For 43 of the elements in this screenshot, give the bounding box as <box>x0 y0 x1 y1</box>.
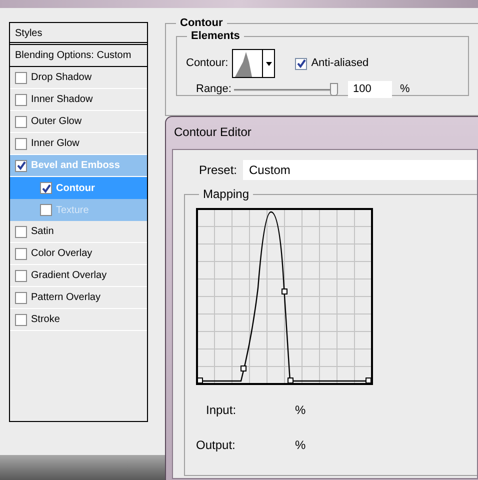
check-icon <box>42 184 50 192</box>
checkbox[interactable] <box>15 292 27 304</box>
checkbox[interactable] <box>15 116 27 128</box>
style-item[interactable]: Pattern Overlay <box>10 287 147 309</box>
style-item[interactable]: Stroke <box>10 309 147 331</box>
checkbox[interactable] <box>15 248 27 260</box>
check-icon <box>296 59 306 68</box>
checkbox[interactable] <box>15 226 27 238</box>
output-label: Output: <box>196 437 236 454</box>
style-item[interactable]: Color Overlay <box>10 243 147 265</box>
range-label: Range: <box>196 82 232 98</box>
preset-field[interactable]: Custom <box>243 160 477 180</box>
anti-aliased-checkbox[interactable] <box>295 58 308 70</box>
percent-label: % <box>400 82 410 98</box>
mapping-curve-graph[interactable] <box>196 208 373 385</box>
range-slider-thumb[interactable] <box>330 82 338 96</box>
checkbox[interactable] <box>15 270 27 282</box>
anti-aliased-label: Anti-aliased <box>311 56 369 72</box>
group-title: Mapping <box>199 187 254 202</box>
style-item[interactable]: Inner Shadow <box>10 89 147 111</box>
checkbox[interactable] <box>15 138 27 150</box>
style-item[interactable]: Satin <box>10 221 147 243</box>
check-icon <box>16 161 26 170</box>
checkbox[interactable] <box>15 160 27 172</box>
percent-label: % <box>295 437 306 454</box>
blending-options-item[interactable]: Blending Options: Custom <box>10 45 147 67</box>
style-item[interactable]: Gradient Overlay <box>10 265 147 287</box>
preset-label: Preset: <box>199 162 238 179</box>
style-item[interactable]: Drop Shadow <box>10 67 147 89</box>
window-title: Contour Editor <box>173 124 252 141</box>
range-value-field[interactable]: 100 <box>348 81 392 98</box>
percent-label: % <box>295 402 306 419</box>
caret-icon <box>266 62 272 66</box>
contour-picker[interactable] <box>232 49 276 78</box>
contour-label: Contour: <box>186 56 228 72</box>
style-item[interactable]: Outer Glow <box>10 111 147 133</box>
checkbox[interactable] <box>15 72 27 84</box>
input-label: Input: <box>206 402 238 419</box>
contour-thumbnail-icon <box>235 52 252 77</box>
checkbox[interactable] <box>15 94 27 106</box>
styles-header[interactable]: Styles <box>10 23 147 45</box>
checkbox[interactable] <box>40 182 52 194</box>
checkbox[interactable] <box>15 314 27 326</box>
